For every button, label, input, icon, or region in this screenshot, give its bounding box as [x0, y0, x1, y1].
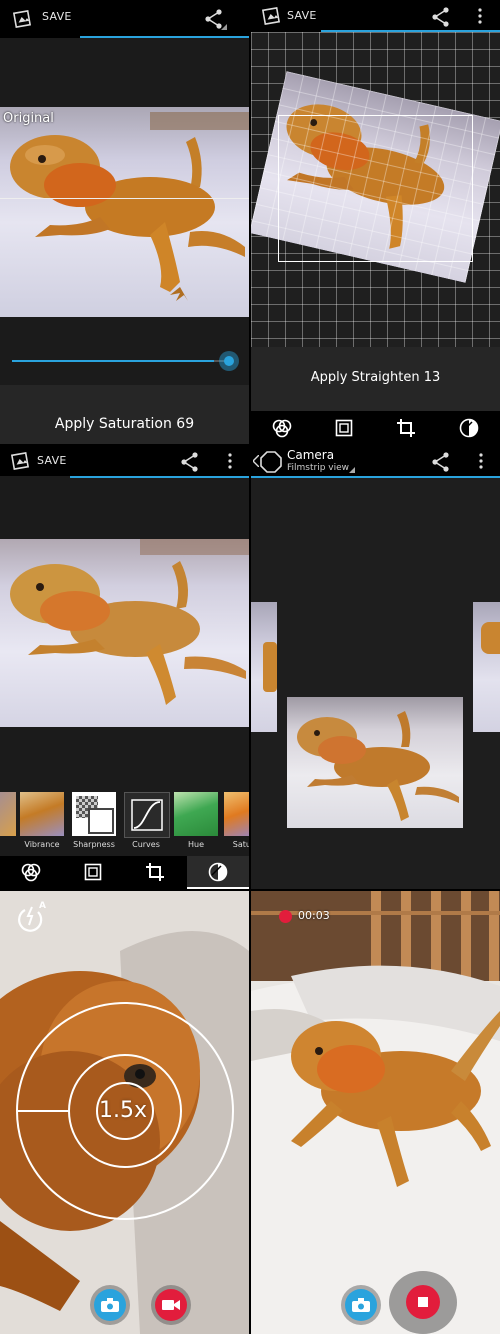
- crop-icon: [397, 419, 415, 437]
- edited-photo: [0, 539, 249, 727]
- action-bar: SAVE: [251, 0, 500, 32]
- straighten-panel: SAVE Apply Straighten 13: [251, 0, 500, 444]
- gallery-icon[interactable]: [10, 449, 32, 471]
- save-button[interactable]: SAVE: [42, 10, 72, 23]
- edited-photo: Original: [0, 107, 249, 317]
- stop-icon: [418, 1297, 428, 1307]
- filter-chip[interactable]: Sharpness: [70, 792, 118, 854]
- view-mode-dropdown[interactable]: Filmstrip view: [287, 463, 349, 473]
- grid-divider: [0, 889, 500, 891]
- lizard-image: [10, 112, 249, 301]
- progress-line: [251, 476, 500, 478]
- editor-tabs: [251, 411, 500, 444]
- snapshot-button[interactable]: [341, 1285, 381, 1325]
- action-bar: SAVE: [0, 0, 249, 38]
- tab-crop[interactable]: [375, 411, 437, 444]
- filmstrip-item-left[interactable]: [251, 602, 277, 732]
- saturation-slider[interactable]: [12, 350, 239, 372]
- filmstrip-item-current[interactable]: [287, 697, 463, 828]
- recording-timer: 00:03: [298, 909, 330, 922]
- filter-chip[interactable]: Satura: [222, 792, 249, 854]
- action-bar: Camera Filmstrip view: [251, 446, 500, 476]
- comparison-divider[interactable]: [0, 198, 249, 199]
- share-icon[interactable]: [431, 451, 451, 473]
- gallery-icon[interactable]: [261, 4, 283, 26]
- effects-icon: [21, 863, 41, 882]
- stop-record-button[interactable]: [389, 1271, 457, 1334]
- slider-fill: [12, 360, 214, 362]
- lizard-image: [297, 711, 459, 821]
- camera-icon: [101, 1298, 119, 1312]
- zoom-level-text: 1.5x: [99, 1098, 148, 1123]
- overflow-menu-icon[interactable]: [227, 453, 233, 469]
- crop-icon: [146, 863, 164, 881]
- dropdown-caret-icon: [349, 467, 355, 473]
- video-record-button[interactable]: [151, 1285, 191, 1325]
- effects-icon: [272, 419, 292, 438]
- recording-indicator: [279, 910, 292, 923]
- adjust-icon: [459, 418, 479, 438]
- filmstrip-item-right[interactable]: [473, 602, 500, 732]
- filter-strip: ws Vibrance Sharpness Curves Hue Satura: [0, 792, 249, 856]
- camera-viewfinder[interactable]: [251, 891, 500, 1334]
- filter-label: Satura: [232, 840, 249, 849]
- tab-adjust[interactable]: [187, 856, 249, 889]
- progress-line: [80, 36, 249, 38]
- bottom-bar: [0, 385, 249, 444]
- tab-frame[interactable]: [313, 411, 375, 444]
- filters-panel: SAVE ws Vibrance Sharpnes: [0, 446, 249, 889]
- straighten-canvas[interactable]: [251, 32, 500, 347]
- editor-tabs: [0, 856, 249, 889]
- filter-label: Sharpness: [73, 840, 115, 849]
- frame-icon: [84, 863, 102, 881]
- crop-frame[interactable]: [278, 115, 473, 262]
- overflow-menu-icon[interactable]: [478, 453, 484, 469]
- apply-saturation-button[interactable]: Apply Saturation 69: [0, 416, 249, 432]
- overflow-menu-icon[interactable]: [477, 8, 483, 24]
- filter-label: Vibrance: [24, 840, 60, 849]
- tab-crop[interactable]: [124, 856, 186, 889]
- filmstrip-panel: Camera Filmstrip view: [251, 446, 500, 889]
- save-button[interactable]: SAVE: [287, 9, 317, 22]
- tab-frame[interactable]: [62, 856, 124, 889]
- filter-chip[interactable]: Curves: [122, 792, 170, 854]
- camera-zoom-panel: A 1.5x: [0, 891, 249, 1334]
- adjust-icon: [208, 862, 228, 882]
- flash-mode-label: A: [39, 901, 46, 911]
- lizard-image: [10, 539, 249, 705]
- tab-effects[interactable]: [0, 856, 62, 889]
- frame-icon: [335, 419, 353, 437]
- share-icon[interactable]: [431, 6, 451, 28]
- save-button[interactable]: SAVE: [37, 454, 67, 467]
- camera-icon: [352, 1298, 370, 1312]
- camera-shutter-button[interactable]: [90, 1285, 130, 1325]
- grid-divider: [249, 0, 251, 1334]
- share-icon[interactable]: [180, 451, 200, 473]
- gallery-icon[interactable]: [12, 7, 34, 29]
- corner-indicator-icon: [221, 24, 227, 30]
- apply-straighten-button[interactable]: Apply Straighten 13: [251, 370, 500, 385]
- progress-line: [70, 476, 249, 478]
- video-recording-panel: 00:03: [251, 891, 500, 1334]
- action-bar: SAVE: [0, 446, 249, 476]
- tab-adjust[interactable]: [438, 411, 500, 444]
- tab-effects[interactable]: [251, 411, 313, 444]
- filter-chip[interactable]: Vibrance: [18, 792, 66, 854]
- camera-app-icon[interactable]: [259, 450, 283, 474]
- grid-divider: [0, 444, 500, 446]
- app-title: Camera: [287, 448, 335, 462]
- original-label: Original: [3, 111, 54, 126]
- video-camera-icon: [162, 1300, 180, 1310]
- slider-thumb[interactable]: [219, 351, 239, 371]
- filter-chip[interactable]: Hue: [172, 792, 220, 854]
- saturation-panel: SAVE Original Apply Saturation 69: [0, 0, 249, 444]
